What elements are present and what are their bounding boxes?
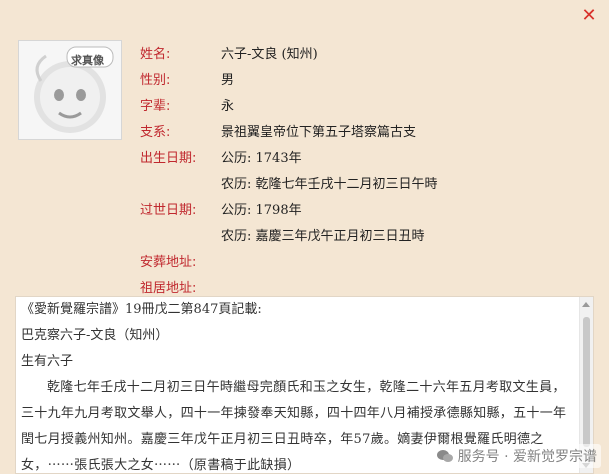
placeholder-avatar-icon bbox=[34, 46, 114, 133]
profile-fields: 姓名: 六子-文良 (知州) 性别: 男 字辈: 永 支系: 景祖翼皇帝位下第五… bbox=[140, 42, 580, 302]
field-value: 公历: 1798年 bbox=[221, 203, 302, 218]
watermark-text: 服务号 · 爱新觉罗宗谱 bbox=[457, 449, 597, 465]
field-value: 男 bbox=[221, 73, 235, 88]
field-branch: 支系: 景祖翼皇帝位下第五子塔察篇古支 bbox=[140, 120, 580, 146]
close-icon[interactable]: ✕ bbox=[579, 6, 599, 26]
field-value: 永 bbox=[221, 99, 235, 114]
field-value: 公历: 1743年 bbox=[221, 151, 302, 166]
field-burial-address: 安葬地址: bbox=[140, 250, 580, 276]
field-value: 六子-文良 (知州) bbox=[221, 47, 318, 62]
field-birth-gregorian: 出生日期: 公历: 1743年 bbox=[140, 146, 580, 172]
wechat-icon bbox=[436, 450, 453, 462]
field-death-lunar: 农历: 嘉慶三年戊午正月初三日丑時 bbox=[140, 224, 580, 250]
field-gender: 性别: 男 bbox=[140, 68, 580, 94]
field-label: 出生日期: bbox=[140, 151, 197, 166]
field-label: 字辈: bbox=[140, 99, 171, 114]
field-label: 过世日期: bbox=[140, 203, 197, 218]
field-value: 农历: 乾隆七年壬戌十二月初三日午時 bbox=[221, 177, 438, 192]
field-death-gregorian: 过世日期: 公历: 1798年 bbox=[140, 198, 580, 224]
field-birth-lunar: 农历: 乾隆七年壬戌十二月初三日午時 bbox=[140, 172, 580, 198]
record-source-line: 《愛新覺羅宗譜》19冊戊二第847頁記載: bbox=[21, 302, 262, 317]
avatar-badge: 求真像 bbox=[71, 54, 104, 67]
field-name: 姓名: 六子-文良 (知州) bbox=[140, 42, 580, 68]
record-name-line: 巴克察六子-文良（知州） bbox=[21, 328, 169, 343]
field-value: 农历: 嘉慶三年戊午正月初三日丑時 bbox=[221, 229, 425, 244]
field-label: 姓名: bbox=[140, 47, 171, 62]
scroll-up-icon[interactable] bbox=[582, 302, 590, 307]
scroll-thumb[interactable] bbox=[583, 317, 590, 447]
watermark: 服务号 · 爱新觉罗宗谱 bbox=[431, 444, 601, 468]
field-value: 景祖翼皇帝位下第五子塔察篇古支 bbox=[221, 125, 417, 140]
field-label: 安葬地址: bbox=[140, 255, 197, 270]
record-children-line: 生有六子 bbox=[21, 354, 74, 369]
field-generation: 字辈: 永 bbox=[140, 94, 580, 120]
field-label: 性别: bbox=[140, 73, 171, 88]
field-label: 支系: bbox=[140, 125, 171, 140]
avatar: 求真像 bbox=[18, 40, 122, 140]
